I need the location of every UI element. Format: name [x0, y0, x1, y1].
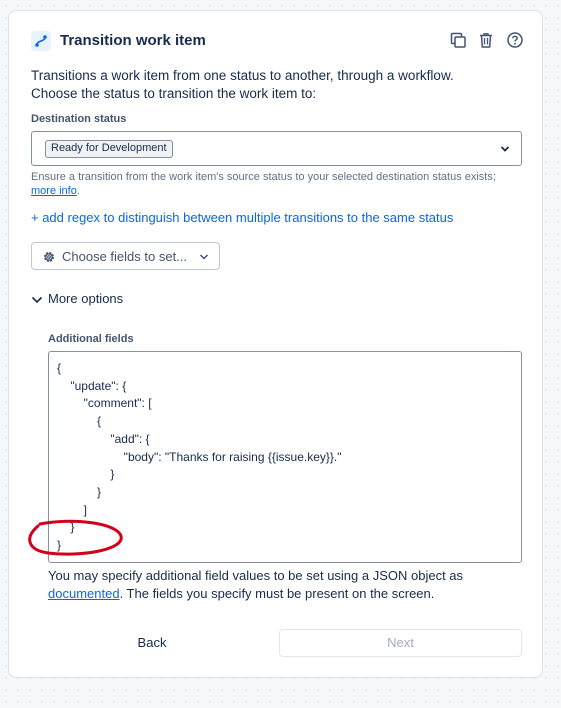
more-options-label: More options [48, 291, 124, 306]
chevron-down-icon [199, 254, 209, 260]
panel-title: Transition work item [60, 32, 206, 49]
help-text-2: . The fields you specify must be present… [119, 586, 435, 601]
description-line-2: Choose the status to transition the work… [31, 86, 317, 101]
trash-icon[interactable] [477, 31, 497, 51]
chevron-down-icon [500, 146, 510, 152]
status-lozenge: Ready for Development [45, 140, 173, 158]
more-info-link[interactable]: more info [31, 185, 77, 197]
transition-icon [31, 31, 51, 51]
destination-status-select[interactable]: Ready for Development [31, 131, 522, 166]
additional-fields-label: Additional fields [48, 333, 134, 345]
destination-hint: Ensure a transition from the work item's… [31, 170, 521, 198]
panel-header: Transition work item [31, 31, 523, 53]
choose-fields-label: Choose fields to set... [62, 249, 188, 264]
copy-icon[interactable] [449, 31, 469, 51]
hint-end: . [76, 185, 80, 197]
back-button[interactable]: Back [33, 629, 271, 657]
description-line-1: Transitions a work item from one status … [31, 68, 454, 83]
hint-text: Ensure a transition from the work item's… [31, 171, 496, 183]
choose-fields-button[interactable]: Choose fields to set... [31, 242, 220, 270]
panel-description: Transitions a work item from one status … [31, 67, 521, 103]
additional-fields-textarea[interactable]: { "update": { "comment": [ { "add": { "b… [48, 351, 522, 563]
destination-status-label: Destination status [31, 113, 127, 125]
next-button[interactable]: Next [279, 629, 522, 657]
help-icon[interactable] [506, 31, 526, 51]
gear-icon [43, 251, 55, 263]
additional-fields-help: You may specify additional field values … [48, 567, 522, 603]
transition-work-item-panel: Transition work item Transitions a work … [8, 10, 543, 678]
documented-link[interactable]: documented [48, 586, 120, 601]
help-text-1: You may specify additional field values … [48, 568, 464, 583]
add-regex-link[interactable]: + add regex to distinguish between multi… [31, 210, 453, 225]
chevron-down-icon [31, 296, 43, 304]
